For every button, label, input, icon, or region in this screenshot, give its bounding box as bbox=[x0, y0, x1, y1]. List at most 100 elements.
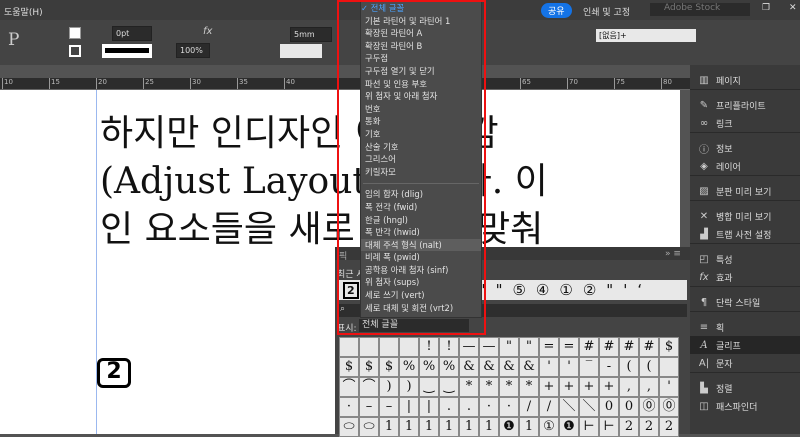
glyph-cell[interactable]: – bbox=[359, 397, 379, 417]
glyph-cell[interactable]: ( bbox=[639, 357, 659, 377]
glyph-cell[interactable]: # bbox=[579, 337, 599, 357]
menu-item[interactable]: 구두점 열기 및 닫기 bbox=[361, 65, 481, 78]
glyph-cell[interactable]: " bbox=[499, 337, 519, 357]
recent-glyph[interactable]: ' bbox=[623, 281, 627, 299]
glyph-cell[interactable]: | bbox=[419, 397, 439, 417]
glyph-cell[interactable]: ⓪ bbox=[639, 397, 659, 417]
menu-item[interactable]: 확장된 라틴어 A bbox=[361, 27, 481, 40]
glyph-cell[interactable] bbox=[379, 337, 399, 357]
glyph-cell[interactable]: + bbox=[599, 377, 619, 397]
recent-glyph[interactable]: ‘ bbox=[637, 281, 642, 299]
inserted-glyph[interactable]: 2 bbox=[97, 358, 131, 388]
glyph-cell[interactable]: 1 bbox=[519, 417, 539, 437]
stroke-type-dropdown[interactable] bbox=[102, 44, 152, 58]
panel-effects[interactable]: fx 효과 bbox=[690, 268, 800, 286]
paragraph-icon[interactable]: P bbox=[8, 30, 19, 50]
glyph-cell[interactable]: $ bbox=[379, 357, 399, 377]
glyph-cell[interactable]: , bbox=[639, 377, 659, 397]
glyph-cell[interactable]: % bbox=[419, 357, 439, 377]
glyph-cell[interactable]: 1 bbox=[459, 417, 479, 437]
glyph-cell[interactable]: & bbox=[479, 357, 499, 377]
glyph-cell[interactable]: $ bbox=[339, 357, 359, 377]
panel-trap[interactable]: ▟ 트랩 사전 설정 bbox=[690, 225, 800, 243]
panel-paragraph-styles[interactable]: ¶ 단락 스타일 bbox=[690, 293, 800, 311]
menu-item[interactable]: 기본 라틴어 및 라틴어 1 bbox=[361, 15, 481, 28]
menu-help[interactable]: 도움말(H) bbox=[4, 5, 43, 18]
glyph-cell[interactable]: ) bbox=[399, 377, 419, 397]
stroke-swatch[interactable] bbox=[69, 45, 81, 57]
glyph-cell[interactable]: ⌒ bbox=[359, 377, 379, 397]
menu-item[interactable]: 산술 기호 bbox=[361, 141, 481, 154]
glyph-cell[interactable]: ‿ bbox=[439, 377, 459, 397]
glyph-cell[interactable]: – bbox=[379, 397, 399, 417]
glyph-cell[interactable]: ① bbox=[539, 417, 559, 437]
color-dropdown[interactable] bbox=[280, 44, 322, 58]
panel-attributes[interactable]: ◰ 특성 bbox=[690, 250, 800, 268]
menu-item[interactable]: 구두점 bbox=[361, 52, 481, 65]
panel-stroke[interactable]: ≡ 획 bbox=[690, 318, 800, 336]
glyph-cell[interactable]: , bbox=[619, 377, 639, 397]
glyph-cell[interactable]: — bbox=[479, 337, 499, 357]
fx-icon[interactable]: fx bbox=[203, 26, 212, 37]
glyph-cell[interactable]: | bbox=[399, 397, 419, 417]
menu-item[interactable]: 한글 (hngl) bbox=[361, 214, 481, 227]
tab-glyphs[interactable]: 픽 bbox=[339, 249, 347, 262]
glyph-cell[interactable]: % bbox=[439, 357, 459, 377]
glyph-cell[interactable] bbox=[399, 337, 419, 357]
glyph-cell[interactable]: $ bbox=[359, 357, 379, 377]
menu-item[interactable]: 위 첨자 및 아래 첨자 bbox=[361, 90, 481, 103]
print-workspace-dropdown[interactable]: 인쇄 및 고정 bbox=[583, 5, 630, 18]
glyph-cell[interactable]: & bbox=[499, 357, 519, 377]
glyph-cell[interactable]: & bbox=[519, 357, 539, 377]
panel-preflight[interactable]: ✎ 프리플라이트 bbox=[690, 96, 800, 114]
glyph-cell[interactable] bbox=[339, 337, 359, 357]
glyph-cell[interactable]: ⬭ bbox=[339, 417, 359, 437]
glyph-cell[interactable]: + bbox=[539, 377, 559, 397]
glyph-cell[interactable]: · bbox=[499, 397, 519, 417]
panel-menu-icon[interactable]: » ≡ bbox=[665, 249, 681, 259]
glyph-cell[interactable]: — bbox=[459, 337, 479, 357]
panel-pages[interactable]: ▥ 페이지 bbox=[690, 71, 800, 89]
glyph-cell[interactable]: 1 bbox=[399, 417, 419, 437]
glyph-cell[interactable]: % bbox=[399, 357, 419, 377]
glyph-cell[interactable] bbox=[659, 357, 679, 377]
menu-item[interactable]: ✓ 전체 글꼴 bbox=[361, 2, 481, 15]
panel-links[interactable]: ∞ 링크 bbox=[690, 114, 800, 132]
glyph-cell[interactable]: ❶ bbox=[559, 417, 579, 437]
panel-character[interactable]: A| 문자 bbox=[690, 354, 800, 372]
menu-item[interactable]: 위 첨자 (sups) bbox=[361, 276, 481, 289]
glyph-cell[interactable]: ) bbox=[379, 377, 399, 397]
gap-field[interactable]: 5mm bbox=[290, 27, 332, 42]
glyph-cell[interactable]: · bbox=[339, 397, 359, 417]
menu-item[interactable]: 세로 대체 및 회전 (vrt2) bbox=[361, 302, 481, 315]
glyph-cell[interactable]: 1 bbox=[379, 417, 399, 437]
menu-item[interactable]: 확장된 라틴어 B bbox=[361, 40, 481, 53]
recent-glyph[interactable]: 2 bbox=[343, 281, 359, 299]
glyph-cell[interactable]: ＼ bbox=[559, 397, 579, 417]
glyph-cell[interactable]: 2 bbox=[639, 417, 659, 437]
recent-glyph[interactable]: ② bbox=[583, 281, 596, 299]
panel-align[interactable]: ▙ 정렬 bbox=[690, 379, 800, 397]
glyph-cell[interactable]: 1 bbox=[419, 417, 439, 437]
glyph-cell[interactable]: 1 bbox=[439, 417, 459, 437]
glyph-cell[interactable]: ! bbox=[419, 337, 439, 357]
panel-separations[interactable]: ▨ 분판 미리 보기 bbox=[690, 182, 800, 200]
glyph-cell[interactable] bbox=[359, 337, 379, 357]
menu-item[interactable]: 공학용 아래 첨자 (sinf) bbox=[361, 264, 481, 277]
glyph-cell[interactable]: * bbox=[499, 377, 519, 397]
glyph-cell[interactable]: ( bbox=[619, 357, 639, 377]
opacity-field[interactable]: 100% bbox=[176, 43, 210, 58]
glyph-cell[interactable]: * bbox=[479, 377, 499, 397]
recent-glyph[interactable]: ④ bbox=[536, 281, 549, 299]
recent-glyph[interactable]: ⑤ bbox=[512, 281, 525, 299]
glyph-cell[interactable]: 0 bbox=[599, 397, 619, 417]
stock-search[interactable]: Adobe Stock bbox=[650, 3, 750, 16]
glyph-cell[interactable]: + bbox=[579, 377, 599, 397]
glyph-cell[interactable]: . bbox=[459, 397, 479, 417]
glyph-cell[interactable]: # bbox=[619, 337, 639, 357]
menu-item[interactable]: 폭 반각 (hwid) bbox=[361, 226, 481, 239]
glyph-cell[interactable]: 2 bbox=[659, 417, 679, 437]
panel-flattener[interactable]: ✕ 병합 미리 보기 bbox=[690, 207, 800, 225]
panel-layers[interactable]: ◈ 레이어 bbox=[690, 157, 800, 175]
glyph-cell[interactable]: - bbox=[599, 357, 619, 377]
